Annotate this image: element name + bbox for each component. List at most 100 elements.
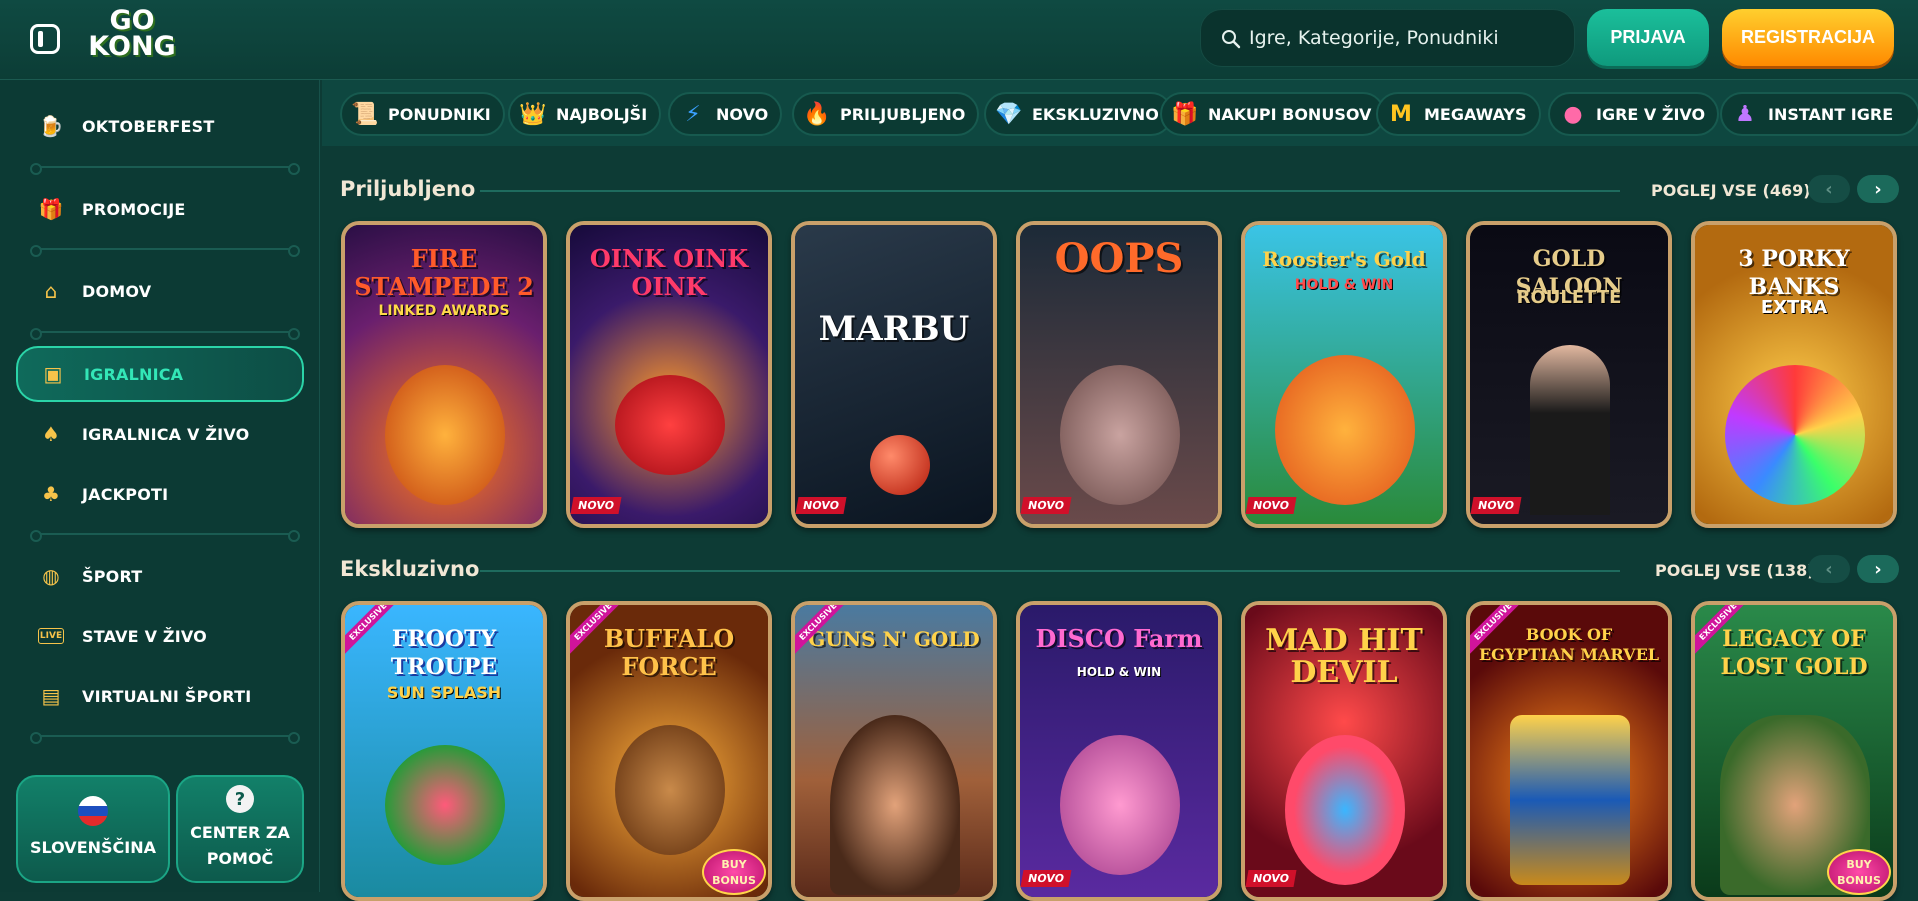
section-title-ekskluzivno: Ekskluzivno [340, 557, 480, 581]
game-card[interactable]: FIRE STAMPEDE 2 LINKED AWARDS [341, 221, 547, 528]
category-ponudniki[interactable]: 📜 PONUDNIKI [340, 92, 505, 136]
carousel-prev-button[interactable]: ‹ [1808, 555, 1850, 583]
game-card[interactable]: OINK OINK OINK NOVO [566, 221, 772, 528]
megaways-m-icon: M [1390, 101, 1412, 127]
sidebar-item-label: JACKPOTI [82, 484, 169, 504]
buffalo-figure [385, 365, 505, 505]
search-input[interactable] [1249, 10, 1559, 66]
game-title: MARBU [818, 309, 970, 349]
category-label: MEGAWAYS [1424, 104, 1527, 124]
game-card[interactable]: MARBU NOVO [791, 221, 997, 528]
carousel-next-button[interactable]: › [1857, 555, 1899, 583]
sidebar-item-stave-v-zivo[interactable]: LIVE STAVE V ŽIVO [16, 608, 304, 664]
top-header: GO KONG PRIJAVA REGISTRACIJA [0, 0, 1918, 80]
sidebar-divider [30, 328, 300, 340]
sidebar-item-label: ŠPORT [82, 566, 143, 586]
sidebar-toggle-icon[interactable] [30, 24, 60, 54]
category-novo[interactable]: ⚡ NOVO [668, 92, 783, 136]
novo-badge: NOVO [1245, 497, 1297, 514]
category-label: EKSKLUZIVNO [1032, 104, 1159, 124]
category-bar: 📜 PONUDNIKI 👑 NAJBOLJŠI ⚡ NOVO 🔥 PRILJUBLJEN… [322, 80, 1918, 146]
game-card[interactable]: DISCO Farm HOLD & WIN NOVO [1016, 601, 1222, 901]
sidebar-item-label: VIRTUALNI ŠPORTI [82, 686, 252, 706]
devil-figure [1285, 735, 1405, 885]
game-title: MAD HIT DEVIL [1265, 623, 1423, 690]
crown-icon: 👑 [519, 101, 547, 127]
help-center-button[interactable]: ? CENTER ZA POMOČ [176, 775, 304, 883]
category-priljubljeno[interactable]: 🔥 PRILJUBLJENO [792, 92, 980, 136]
view-all-ekskluzivno[interactable]: POGLEJ VSE (138) [1655, 561, 1815, 580]
flame-icon: 🔥 [803, 101, 831, 127]
category-igre-v-zivo[interactable]: ● IGRE V ŽIVO [1548, 92, 1720, 136]
category-ekskluzivno[interactable]: 💎 EKSKLUZIVNO [984, 92, 1173, 136]
sidebar-item-label: PROMOCIJE [82, 199, 186, 219]
novo-badge: NOVO [570, 497, 622, 514]
game-title: OINK OINK OINK [589, 244, 749, 301]
sidebar-item-label: OKTOBERFEST [82, 116, 215, 136]
sidebar-item-domov[interactable]: ⌂ DOMOV [16, 263, 304, 319]
slot-machine-icon: ▣ [43, 362, 63, 386]
chip-icon: ● [1563, 101, 1583, 127]
game-title: OOPS [1054, 235, 1184, 282]
game-card[interactable]: BUFFALO FORCE EXCLUSIVE BUY BONUS [566, 601, 772, 901]
game-title: DISCO Farm [1035, 624, 1203, 653]
login-button[interactable]: PRIJAVA [1587, 9, 1709, 66]
ball-figure [870, 435, 930, 495]
view-all-priljubljeno[interactable]: POGLEJ VSE (469) [1651, 181, 1811, 200]
beer-mug-icon: 🍺 [38, 114, 64, 138]
sidebar-item-sport[interactable]: ◍ ŠPORT [16, 548, 304, 604]
category-label: NOVO [716, 104, 769, 124]
game-title: GUNS N' GOLD [808, 627, 980, 651]
scroll-icon: 📜 [351, 101, 379, 127]
category-label: INSTANT IGRE [1768, 104, 1894, 124]
category-label: PRILJUBLJENO [840, 104, 966, 124]
game-card[interactable]: 3 PORKY BANKS EXTRA [1691, 221, 1897, 528]
language-selector[interactable]: SLOVENŠČINA [16, 775, 170, 883]
game-card[interactable]: Rooster's Gold HOLD & WIN NOVO [1241, 221, 1447, 528]
category-label: IGRE V ŽIVO [1596, 104, 1706, 124]
category-label: NAJBOLJŠI [556, 104, 648, 124]
carousel-next-button[interactable]: › [1857, 175, 1899, 203]
section-divider [480, 190, 1620, 192]
game-card[interactable]: GUNS N' GOLD EXCLUSIVE [791, 601, 997, 901]
game-title: FROOTY TROUPE [390, 626, 498, 680]
instant-icon: ♟ [1735, 101, 1755, 127]
sidebar-item-igralnica[interactable]: ▣ IGRALNICA [16, 346, 304, 402]
section-divider [480, 570, 1620, 572]
help-label-line2: POMOČ [206, 849, 274, 868]
sidebar-item-oktoberfest[interactable]: 🍺 OKTOBERFEST [16, 98, 304, 154]
sidebar-item-virtualni-sporti[interactable]: ▤ VIRTUALNI ŠPORTI [16, 668, 304, 724]
rooster-figure [1275, 355, 1415, 505]
novo-badge: NOVO [1245, 870, 1297, 887]
sidebar-item-label: STAVE V ŽIVO [82, 626, 207, 646]
cowboy-figure [830, 715, 960, 895]
pig-figure [1060, 735, 1180, 875]
game-card[interactable]: LEGACY OF LOST GOLD EXCLUSIVE BUY BONUS [1691, 601, 1897, 901]
game-subtitle: LINKED AWARDS [378, 303, 510, 319]
carousel-prev-button[interactable]: ‹ [1808, 175, 1850, 203]
pig-coin-figure [1725, 365, 1865, 505]
novo-badge: NOVO [795, 497, 847, 514]
category-megaways[interactable]: M MEGAWAYS [1376, 92, 1541, 136]
category-najboljsi[interactable]: 👑 NAJBOLJŠI [508, 92, 662, 136]
sidebar-item-promocije[interactable]: 🎁 PROMOCIJE [16, 181, 304, 237]
category-instant-igre[interactable]: ♟ INSTANT IGRE [1720, 92, 1918, 136]
search-box[interactable] [1200, 9, 1575, 67]
gokong-logo[interactable]: GO KONG [88, 7, 176, 60]
sidebar-item-jackpoti[interactable]: ♣ JACKPOTI [16, 466, 304, 522]
piggy-figure [615, 375, 725, 475]
game-title: FIRE STAMPEDE 2 [354, 244, 534, 301]
search-icon [1222, 30, 1241, 49]
game-card[interactable]: BOOK OF EGYPTIAN MARVEL EXCLUSIVE [1466, 601, 1672, 901]
novo-badge: NOVO [1470, 497, 1522, 514]
category-nakupi-bonusov[interactable]: 🎁 NAKUPI BONUSOV [1160, 92, 1386, 136]
home-icon: ⌂ [44, 279, 58, 303]
live-icon: LIVE [38, 628, 64, 644]
game-card[interactable]: GOLD SALOON ROULETTE NOVO [1466, 221, 1672, 528]
game-card[interactable]: MAD HIT DEVIL NOVO [1241, 601, 1447, 901]
sidebar-item-igralnica-v-zivo[interactable]: ♠ IGRALNICA V ŽIVO [16, 406, 304, 462]
register-button[interactable]: REGISTRACIJA [1722, 9, 1894, 66]
game-card[interactable]: FROOTY TROUPE SUN SPLASH EXCLUSIVE [341, 601, 547, 901]
game-card[interactable]: OOPS NOVO [1016, 221, 1222, 528]
category-label: PONUDNIKI [388, 104, 491, 124]
